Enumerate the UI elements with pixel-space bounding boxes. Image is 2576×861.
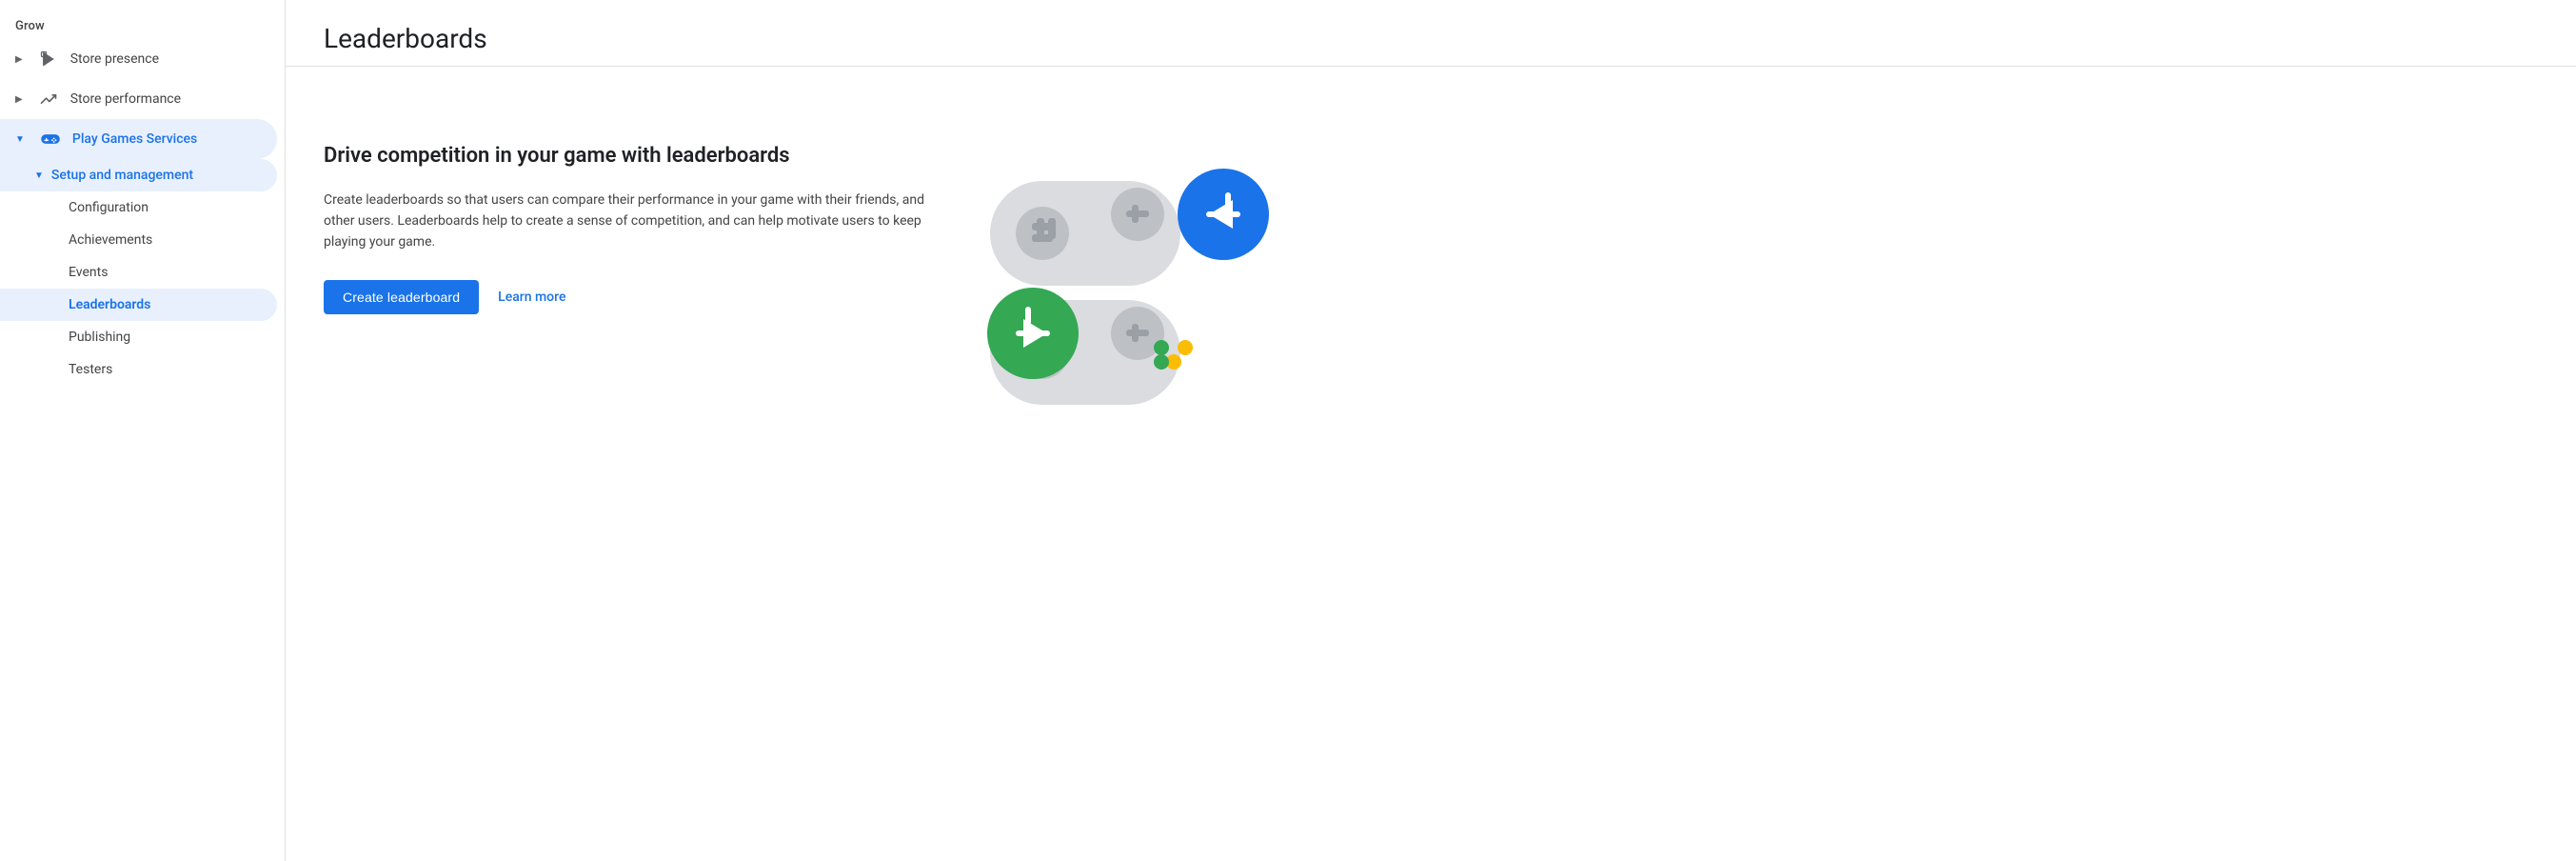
hero-heading: Drive competition in your game with lead… bbox=[324, 143, 933, 170]
action-row: Create leaderboard Learn more bbox=[324, 280, 933, 314]
sidebar-item-play-games-services[interactable]: ▼ Play Games Services bbox=[0, 119, 277, 159]
sidebar-section-grow: Grow bbox=[0, 11, 285, 39]
sidebar-item-achievements-label: Achievements bbox=[69, 232, 152, 248]
sidebar-item-achievements[interactable]: Achievements bbox=[0, 224, 277, 256]
learn-more-link[interactable]: Learn more bbox=[498, 290, 565, 305]
hero-body: Create leaderboards so that users can co… bbox=[324, 190, 933, 253]
sidebar-item-leaderboards-label: Leaderboards bbox=[69, 297, 150, 312]
main-content-area: Leaderboards Drive competition in your g… bbox=[286, 0, 2576, 861]
trending-icon bbox=[38, 89, 59, 110]
sidebar-item-setup-management-label: Setup and management bbox=[51, 168, 193, 183]
hero-text-area: Drive competition in your game with lead… bbox=[324, 105, 933, 314]
sidebar-item-events-label: Events bbox=[69, 265, 108, 280]
sidebar-item-testers[interactable]: Testers bbox=[0, 353, 277, 386]
gamepad-icon bbox=[40, 129, 61, 150]
leaderboards-illustration bbox=[971, 124, 1276, 448]
chevron-down-icon: ▼ bbox=[15, 134, 25, 145]
sidebar: Grow ▶ Store presence ▶ Store performanc… bbox=[0, 0, 286, 861]
sidebar-item-store-performance[interactable]: ▶ Store performance bbox=[0, 79, 277, 119]
sidebar-item-publishing-label: Publishing bbox=[69, 330, 130, 345]
page-header: Leaderboards bbox=[286, 0, 2576, 67]
sidebar-item-store-presence-label: Store presence bbox=[70, 51, 262, 67]
page-title: Leaderboards bbox=[324, 23, 2538, 54]
main-body: Drive competition in your game with lead… bbox=[286, 67, 2576, 861]
create-leaderboard-button[interactable]: Create leaderboard bbox=[324, 280, 479, 314]
chevron-right-icon-2: ▶ bbox=[15, 94, 23, 105]
sidebar-item-leaderboards[interactable]: Leaderboards bbox=[0, 289, 277, 321]
sidebar-item-publishing[interactable]: Publishing bbox=[0, 321, 277, 353]
sidebar-item-events[interactable]: Events bbox=[0, 256, 277, 289]
sidebar-item-setup-management[interactable]: ▼ Setup and management bbox=[0, 159, 277, 191]
sidebar-item-store-performance-label: Store performance bbox=[70, 91, 262, 107]
play-icon bbox=[38, 49, 59, 70]
sidebar-item-store-presence[interactable]: ▶ Store presence bbox=[0, 39, 277, 79]
chevron-down-icon-2: ▼ bbox=[34, 170, 44, 181]
chevron-right-icon: ▶ bbox=[15, 54, 23, 65]
sidebar-item-testers-label: Testers bbox=[69, 362, 112, 377]
sidebar-item-play-games-services-label: Play Games Services bbox=[72, 131, 262, 147]
sidebar-item-configuration-label: Configuration bbox=[69, 200, 149, 215]
sidebar-item-configuration[interactable]: Configuration bbox=[0, 191, 277, 224]
